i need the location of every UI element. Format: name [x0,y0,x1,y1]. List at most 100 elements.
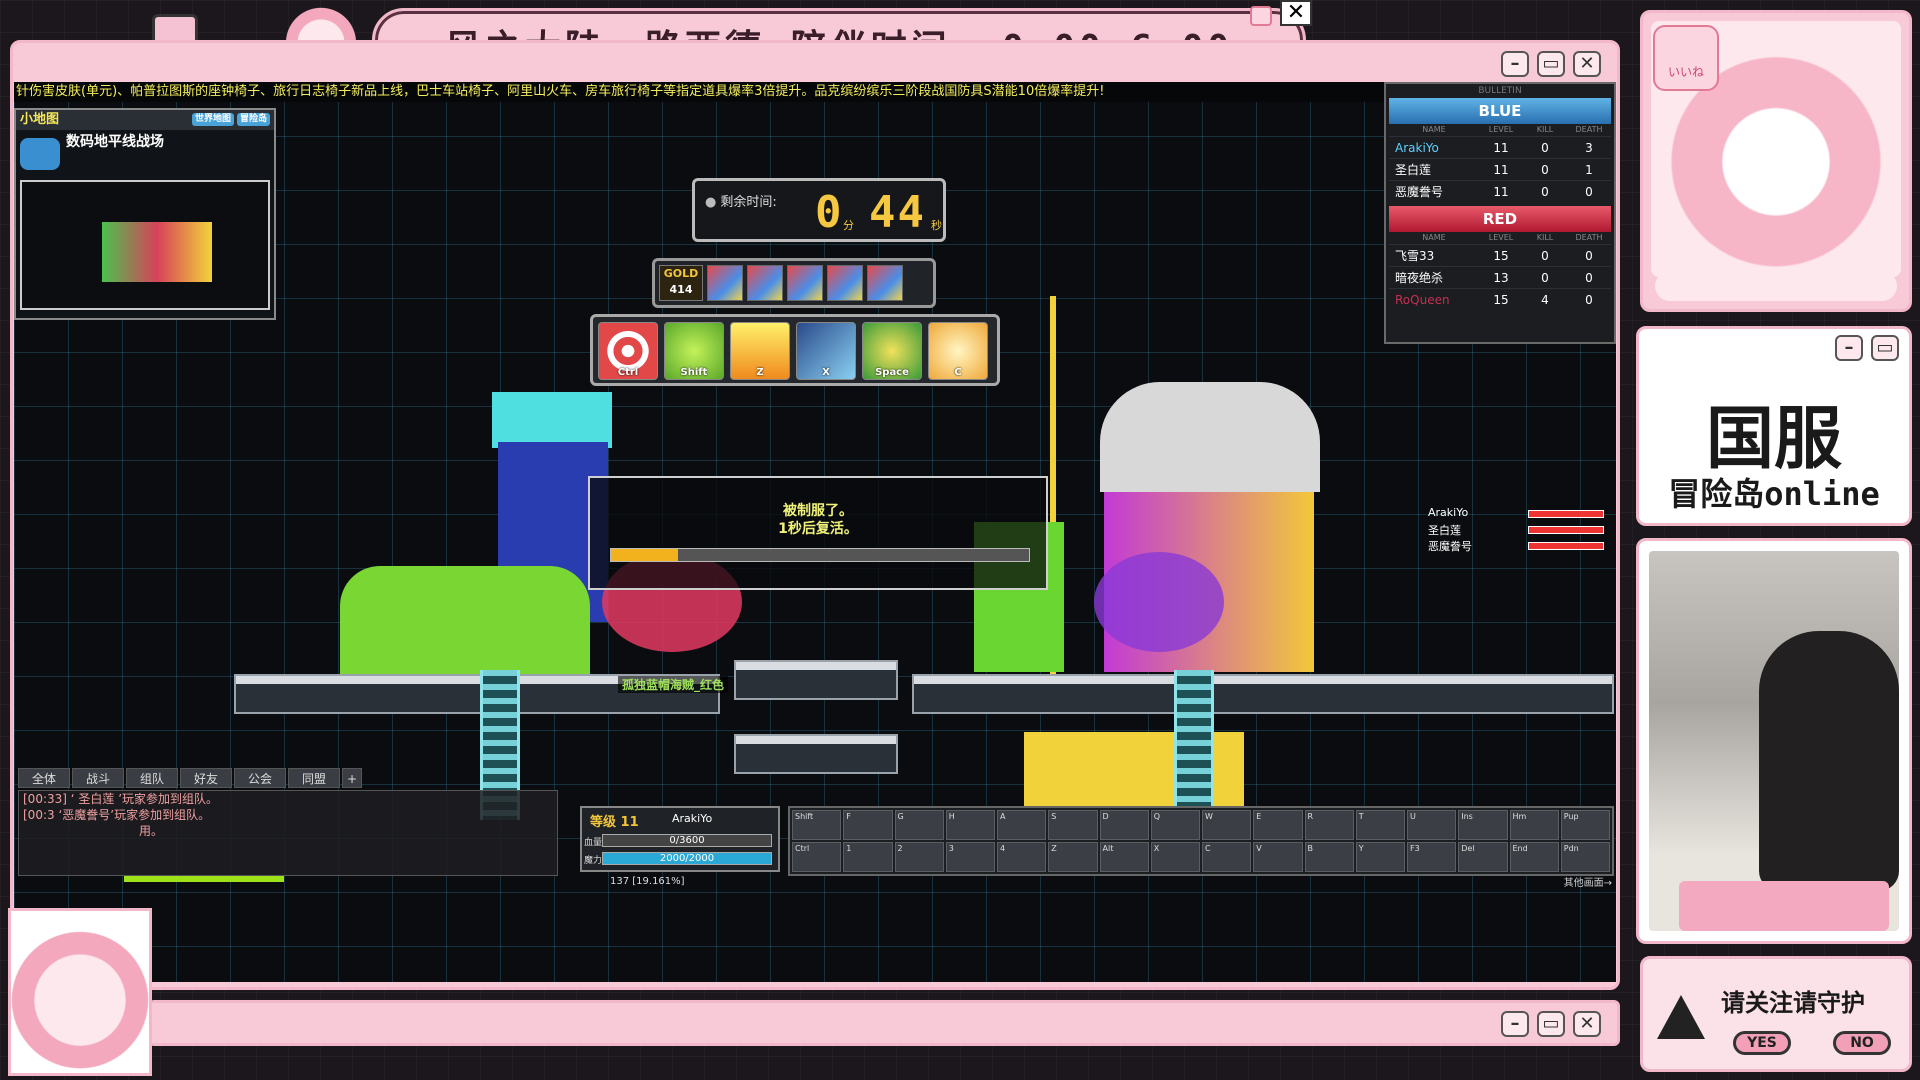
player-kill: 0 [1541,141,1549,155]
quickslot-key[interactable]: E [1253,810,1303,840]
quickslot-key[interactable]: Z [1048,842,1098,872]
quickslot-key[interactable]: T [1355,810,1405,840]
table-row: 暗夜绝杀 13 0 0 [1389,266,1611,288]
minimize-button[interactable]: – [1501,51,1529,77]
quickslot-key[interactable]: B [1304,842,1354,872]
map-icon [20,138,60,170]
quickslot-key[interactable]: A [997,810,1047,840]
quickslot-key[interactable]: 1 [843,842,893,872]
player-kill: 0 [1541,185,1549,199]
quickslot-key[interactable]: Del [1458,842,1508,872]
quickslot-key[interactable]: G [894,810,944,840]
close-button[interactable]: ✕ [1573,51,1601,77]
buff-item-icon[interactable] [827,265,863,301]
player-death: 0 [1585,293,1593,307]
chat-line: 用。 [139,824,164,838]
quickslot-key[interactable]: 3 [945,842,995,872]
quickslot-key[interactable]: End [1509,842,1559,872]
quickslot-key[interactable]: Pdn [1560,842,1610,872]
buff-item-icon[interactable] [787,265,823,301]
ice-skill-icon[interactable]: X [796,322,856,380]
vtuber-panel: いいね [1640,10,1912,312]
player-name: RoQueen [1395,293,1450,307]
chat-log[interactable]: [00:33] ‘ 圣白莲 ’玩家参加到组队。 [00:3 ‘恶魔誊号’玩家参加… [18,790,558,876]
buff-item-icon[interactable] [707,265,743,301]
window-controls: – ▭ ✕ [1501,51,1601,77]
maplestory-button[interactable]: 冒险岛 [236,113,270,126]
cyan-tower-top [492,392,612,448]
close-button[interactable]: ✕ [1573,1011,1601,1037]
quickslot-key[interactable]: H [945,810,995,840]
column-headers: NAME LEVEL KILL DEATH [1389,124,1611,136]
tab-all[interactable]: 全体 [18,768,70,788]
chat-tabs: 全体 战斗 组队 好友 公会 同盟 + [18,768,362,788]
ladder[interactable] [1174,670,1214,820]
table-row: RoQueen 15 4 0 [1389,288,1611,310]
player-kill: 0 [1541,163,1549,177]
map-name: 数码地平线战场 [66,134,164,150]
tab-battle[interactable]: 战斗 [72,768,124,788]
yes-button[interactable]: YES [1733,1031,1791,1055]
quickslot-key[interactable]: U [1407,810,1457,840]
minimap-header: 小地图 世界地图 冒险岛 [16,110,274,130]
minimize-button[interactable]: – [1835,335,1863,361]
quickslot-key[interactable]: 2 [894,842,944,872]
tab-alliance[interactable]: 同盟 [288,768,340,788]
tab-party[interactable]: 组队 [126,768,178,788]
bulletin-label: BULLETIN [1478,86,1522,96]
fire-skill-icon[interactable]: Z [730,322,790,380]
player-level: 13 [1493,271,1509,285]
quickslot-key[interactable]: R [1304,810,1354,840]
quickslot-key[interactable]: Alt [1099,842,1149,872]
quickslot-key[interactable]: X [1150,842,1200,872]
mp-label: 魔力 [584,856,603,866]
buff-item-icon[interactable] [867,265,903,301]
quickslot-key[interactable]: 4 [997,842,1047,872]
no-button[interactable]: NO [1833,1031,1891,1055]
player-kill: 0 [1541,249,1549,263]
blue-team-table: BLUE NAME LEVEL KILL DEATH ArakiYo 11 0 … [1389,98,1611,202]
col-kill: KILL [1536,233,1554,242]
quickslot-key[interactable]: Y [1355,842,1405,872]
quickslot-key[interactable]: Ins [1458,810,1508,840]
quickslot-key[interactable]: Shift [792,810,842,840]
buff-item-icon[interactable] [747,265,783,301]
minimize-button[interactable]: – [1501,1011,1529,1037]
quickslot-key[interactable]: S [1048,810,1098,840]
player-name: 飞雪33 [1395,249,1435,263]
quickslot-key[interactable]: F3 [1407,842,1457,872]
tab-friends[interactable]: 好友 [180,768,232,788]
minimap-view[interactable] [20,180,270,310]
add-tab-button[interactable]: + [342,768,362,788]
world-map-button[interactable]: 世界地图 [191,113,234,126]
player-level: 11 [1493,185,1509,199]
minimap[interactable]: 小地图 世界地图 冒险岛 数码地平线战场 [14,108,276,320]
sun-skill-icon[interactable]: C [928,322,988,380]
webcam-feed [1649,551,1899,931]
death-dialog: 被制服了。 1秒后复活。 [588,476,1048,590]
maximize-button[interactable]: ▭ [1537,51,1565,77]
quickslot-key[interactable]: Ctrl [792,842,842,872]
player-death: 1 [1585,163,1593,177]
quickslot-key[interactable]: D [1099,810,1149,840]
quickslot-key[interactable]: C [1202,842,1252,872]
quickslot-key[interactable]: W [1202,810,1252,840]
quickslot-key[interactable]: Q [1150,810,1200,840]
target-skill-icon[interactable]: Ctrl [598,322,658,380]
quickslot-key[interactable]: Hm [1509,810,1559,840]
party-hp-list: ArakiYo 圣白莲 恶魔誊号 [1404,506,1614,554]
green-spirit-skill-icon[interactable]: Shift [664,322,724,380]
star-skill-icon[interactable]: Space [862,322,922,380]
maximize-button[interactable]: ▭ [1871,335,1899,361]
tab-guild[interactable]: 公会 [234,768,286,788]
close-icon[interactable]: ✕ [1280,0,1312,26]
maximize-button[interactable]: ▭ [1537,1011,1565,1037]
quickslot-key[interactable]: Pup [1560,810,1610,840]
cup-icon [1250,6,1272,26]
game-viewport[interactable]: 针伤害皮肤(单元)、帕普拉图斯的座钟椅子、旅行日志椅子新品上线，巴士车站椅子、阿… [14,82,1616,982]
quickslot-key[interactable]: V [1253,842,1303,872]
character-status: 等级 11 ArakiYo 血量 0/3600 魔力 2000/2000 [580,806,780,872]
level-label: 等级 [590,815,617,830]
player-level: 11 [1493,163,1509,177]
quickslot-key[interactable]: F [843,810,893,840]
